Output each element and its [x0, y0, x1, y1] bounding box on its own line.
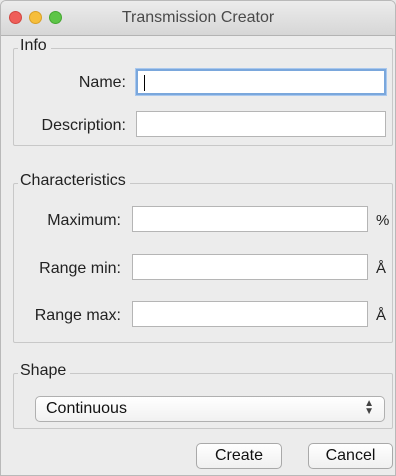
range-min-label: Range min:: [39, 260, 121, 277]
description-field[interactable]: [136, 111, 386, 137]
description-label: Description:: [41, 117, 126, 134]
range-max-label: Range max:: [34, 307, 121, 324]
shape-legend: Shape: [18, 362, 71, 380]
cancel-button[interactable]: Cancel: [308, 443, 393, 469]
transmission-creator-window: Transmission Creator Info Name: Descript…: [0, 0, 396, 476]
range-max-field[interactable]: [132, 301, 368, 327]
info-legend: Info: [18, 37, 51, 55]
name-field[interactable]: [136, 69, 386, 95]
range-min-unit: Å: [376, 260, 387, 277]
name-label: Name:: [78, 74, 126, 91]
characteristics-legend: Characteristics: [18, 172, 130, 190]
text-cursor: [144, 75, 145, 92]
up-down-chevron-icon: ▲ ▼: [364, 398, 374, 417]
maximum-unit: %: [376, 212, 390, 229]
range-min-field[interactable]: [132, 254, 368, 280]
window-title: Transmission Creator: [121, 9, 275, 26]
create-button[interactable]: Create: [196, 443, 282, 469]
maximum-field[interactable]: [132, 206, 368, 232]
shape-selected-value: Continuous: [46, 400, 127, 417]
maximum-label: Maximum:: [47, 212, 121, 229]
range-max-unit: Å: [376, 307, 387, 324]
title-bar[interactable]: Transmission Creator: [1, 1, 395, 36]
shape-select[interactable]: Continuous ▲ ▼: [35, 396, 385, 422]
